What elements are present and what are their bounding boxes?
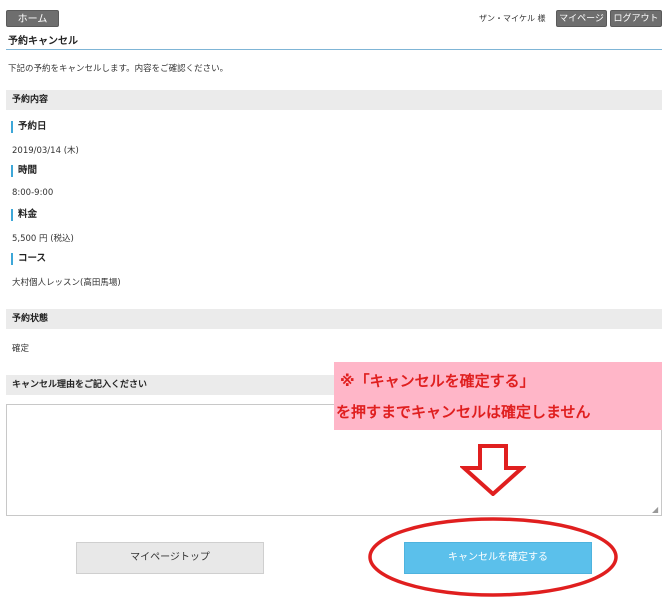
annotation-line-2: を押すまでキャンセルは確定しません [336,403,591,421]
intro-text: 下記の予約をキャンセルします。内容をご確認ください。 [8,64,229,74]
logout-button[interactable]: ログアウト [610,10,662,27]
field-value-fee: 5,500 円 (税込) [12,234,74,244]
field-label-course: コース [11,253,46,265]
highlight-ellipse [368,517,618,597]
page: ホーム ザン・マイケル 様 マイページ ログアウト 予約キャンセル 下記の予約を… [0,0,672,600]
status-section-header: 予約状態 [6,309,662,329]
annotation-line-1: ※「キャンセルを確定する」 [340,372,535,390]
field-value-course: 大村個人レッスン(高田馬場) [12,278,121,288]
resize-grip-icon[interactable]: ◢ [652,506,660,514]
down-arrow-icon [460,444,526,496]
field-value-date: 2019/03/14 (木) [12,146,79,156]
status-value: 確定 [12,344,30,354]
field-label-time: 時間 [11,165,37,177]
field-label-date: 予約日 [11,121,47,133]
mypage-top-button[interactable]: マイページトップ [76,542,264,574]
user-name: ザン・マイケル 様 [479,14,546,23]
mypage-button[interactable]: マイページ [556,10,607,27]
field-value-time: 8:00-9:00 [12,188,54,198]
reservation-section-header: 予約内容 [6,90,662,110]
home-button[interactable]: ホーム [6,10,59,27]
page-title: 予約キャンセル [8,36,78,47]
field-label-fee: 料金 [11,209,37,221]
title-divider [6,49,662,50]
